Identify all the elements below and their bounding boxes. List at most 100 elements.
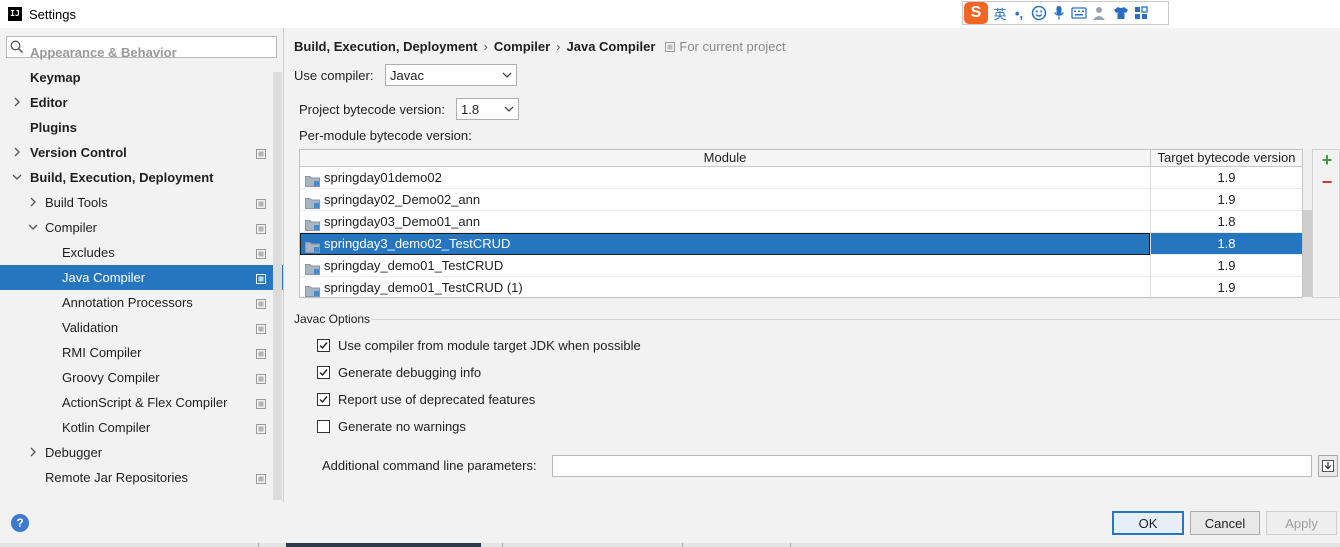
sidebar-item[interactable]: Appearance & Behavior bbox=[0, 40, 283, 65]
chevron-right-icon[interactable] bbox=[12, 147, 22, 157]
sidebar-item[interactable]: Validation bbox=[0, 315, 283, 340]
expand-params-button[interactable] bbox=[1318, 455, 1338, 477]
sidebar-item[interactable]: Version Control bbox=[0, 140, 283, 165]
additional-params-input[interactable] bbox=[552, 455, 1312, 477]
background-window-strip bbox=[0, 543, 1340, 547]
smiley-icon[interactable] bbox=[1031, 2, 1047, 24]
sidebar-item[interactable]: Plugins bbox=[0, 115, 283, 140]
option-checkbox-row[interactable]: Generate debugging info bbox=[317, 362, 481, 382]
chevron-right-icon[interactable] bbox=[28, 197, 38, 207]
window-title: Settings bbox=[29, 6, 76, 22]
sidebar-item[interactable]: Debugger bbox=[0, 440, 283, 465]
sidebar-item[interactable]: Annotation Processors bbox=[0, 290, 283, 315]
compiler-select-value: Javac bbox=[390, 67, 424, 83]
sidebar-item[interactable]: Excludes bbox=[0, 240, 283, 265]
target-version-cell[interactable]: 1.9 bbox=[1150, 255, 1302, 277]
shirt-icon[interactable] bbox=[1113, 2, 1129, 24]
module-name-cell[interactable]: springday_demo01_TestCRUD bbox=[300, 255, 1150, 277]
compiler-select[interactable]: Javac bbox=[385, 64, 517, 86]
module-name-cell[interactable]: springday_demo01_TestCRUD (1) bbox=[300, 277, 1150, 299]
target-version-cell[interactable]: 1.9 bbox=[1150, 277, 1302, 299]
module-name-cell[interactable]: springday03_Demo01_ann bbox=[300, 211, 1150, 233]
checkmark-icon bbox=[319, 395, 328, 403]
module-name-cell[interactable]: springday02_Demo02_ann bbox=[300, 189, 1150, 211]
table-row[interactable]: springday03_Demo01_ann 1.8 bbox=[300, 211, 1302, 233]
checkbox-checked[interactable] bbox=[317, 338, 330, 352]
sidebar-item[interactable]: Build Tools bbox=[0, 190, 283, 215]
breadcrumb-build[interactable]: Build, Execution, Deployment bbox=[294, 39, 477, 54]
checkbox-checked[interactable] bbox=[317, 392, 330, 406]
add-module-button[interactable]: + bbox=[1319, 150, 1335, 170]
chevron-right-icon[interactable] bbox=[12, 97, 22, 107]
option-checkbox-row[interactable]: Report use of deprecated features bbox=[317, 389, 535, 409]
chevron-right-icon[interactable] bbox=[28, 447, 38, 457]
settings-sidebar: Appearance & Behavior Keymap Editor Plugins… bbox=[0, 28, 284, 502]
sidebar-item[interactable]: Keymap bbox=[0, 65, 283, 90]
project-scope-icon bbox=[256, 222, 266, 237]
expand-icon bbox=[1322, 460, 1334, 472]
sidebar-item-label: Plugins bbox=[30, 120, 77, 135]
target-version-cell[interactable]: 1.8 bbox=[1150, 233, 1302, 255]
scope-note: For current project bbox=[665, 39, 786, 54]
user-icon[interactable] bbox=[1092, 2, 1108, 24]
project-bytecode-value: 1.8 bbox=[461, 101, 480, 117]
sidebar-item-label: Annotation Processors bbox=[62, 295, 193, 310]
checkbox-checked[interactable] bbox=[317, 365, 330, 379]
sogou-logo-icon[interactable]: S bbox=[964, 2, 988, 24]
option-checkbox-row[interactable]: Generate no warnings bbox=[317, 416, 466, 436]
column-header-module[interactable]: Module bbox=[300, 150, 1150, 167]
sidebar-item-label: Kotlin Compiler bbox=[62, 420, 151, 435]
table-scrollbar-thumb[interactable] bbox=[1303, 210, 1312, 297]
table-row[interactable]: springday_demo01_TestCRUD (1) 1.9 bbox=[300, 277, 1302, 299]
ime-punctuation-toggle[interactable]: •, bbox=[1012, 2, 1026, 24]
table-row[interactable]: springday02_Demo02_ann 1.9 bbox=[300, 189, 1302, 211]
chevron-down-icon[interactable] bbox=[12, 172, 22, 182]
module-name-cell[interactable]: springday01demo02 bbox=[300, 167, 1150, 189]
sidebar-item[interactable]: Compiler bbox=[0, 215, 283, 240]
apply-button[interactable]: Apply bbox=[1266, 511, 1337, 535]
sidebar-item[interactable]: RMI Compiler bbox=[0, 340, 283, 365]
sidebar-item[interactable]: Java Compiler bbox=[0, 265, 283, 290]
chevron-down-icon[interactable] bbox=[28, 222, 38, 232]
sidebar-item[interactable]: ActionScript & Flex Compiler bbox=[0, 390, 283, 415]
javac-options-title: Javac Options bbox=[294, 312, 371, 326]
sidebar-item[interactable]: Editor bbox=[0, 90, 283, 115]
sidebar-item[interactable]: Kotlin Compiler bbox=[0, 415, 283, 440]
target-version-cell[interactable]: 1.9 bbox=[1150, 167, 1302, 189]
table-row[interactable]: springday01demo02 1.9 bbox=[300, 167, 1302, 189]
table-scrollbar[interactable] bbox=[1303, 150, 1312, 297]
option-checkbox-row[interactable]: Use compiler from module target JDK when… bbox=[317, 335, 641, 355]
per-module-bytecode-label: Per-module bytecode version: bbox=[299, 128, 472, 143]
help-button[interactable]: ? bbox=[11, 514, 29, 532]
table-header: Module Target bytecode version bbox=[300, 150, 1302, 167]
sidebar-scrollbar[interactable] bbox=[273, 72, 282, 500]
ok-button[interactable]: OK bbox=[1112, 511, 1184, 535]
sidebar-item[interactable]: Groovy Compiler bbox=[0, 365, 283, 390]
sidebar-item[interactable]: Remote Jar Repositories bbox=[0, 465, 283, 490]
sidebar-item-label: Appearance & Behavior bbox=[30, 45, 177, 60]
option-label: Generate no warnings bbox=[338, 418, 466, 434]
breadcrumb-compiler[interactable]: Compiler bbox=[494, 39, 550, 54]
ime-language-toggle[interactable]: 英 bbox=[993, 2, 1007, 24]
option-label: Generate debugging info bbox=[338, 364, 482, 380]
sidebar-item-label: Keymap bbox=[30, 70, 81, 85]
column-header-target-version[interactable]: Target bytecode version bbox=[1150, 150, 1302, 167]
project-scope-icon bbox=[256, 397, 266, 412]
mic-icon[interactable] bbox=[1052, 2, 1066, 24]
sidebar-item-label: Java Compiler bbox=[62, 270, 146, 285]
target-version-cell[interactable]: 1.8 bbox=[1150, 211, 1302, 233]
keyboard-icon[interactable] bbox=[1071, 2, 1087, 24]
table-row[interactable]: springday_demo01_TestCRUD 1.9 bbox=[300, 255, 1302, 277]
grid-icon[interactable] bbox=[1134, 2, 1148, 24]
remove-module-button[interactable]: − bbox=[1319, 172, 1335, 192]
cancel-button[interactable]: Cancel bbox=[1190, 511, 1260, 535]
sidebar-item[interactable]: Build, Execution, Deployment bbox=[0, 165, 283, 190]
table-row[interactable]: springday3_demo02_TestCRUD 1.8 bbox=[300, 233, 1302, 255]
module-name-cell[interactable]: springday3_demo02_TestCRUD bbox=[300, 233, 1150, 255]
target-version-cell[interactable]: 1.9 bbox=[1150, 189, 1302, 211]
breadcrumb-java-compiler: Java Compiler bbox=[566, 39, 656, 54]
checkbox-unchecked[interactable] bbox=[317, 419, 330, 433]
project-scope-icon bbox=[665, 41, 676, 52]
project-scope-icon bbox=[256, 197, 266, 212]
project-bytecode-select[interactable]: 1.8 bbox=[456, 98, 519, 120]
